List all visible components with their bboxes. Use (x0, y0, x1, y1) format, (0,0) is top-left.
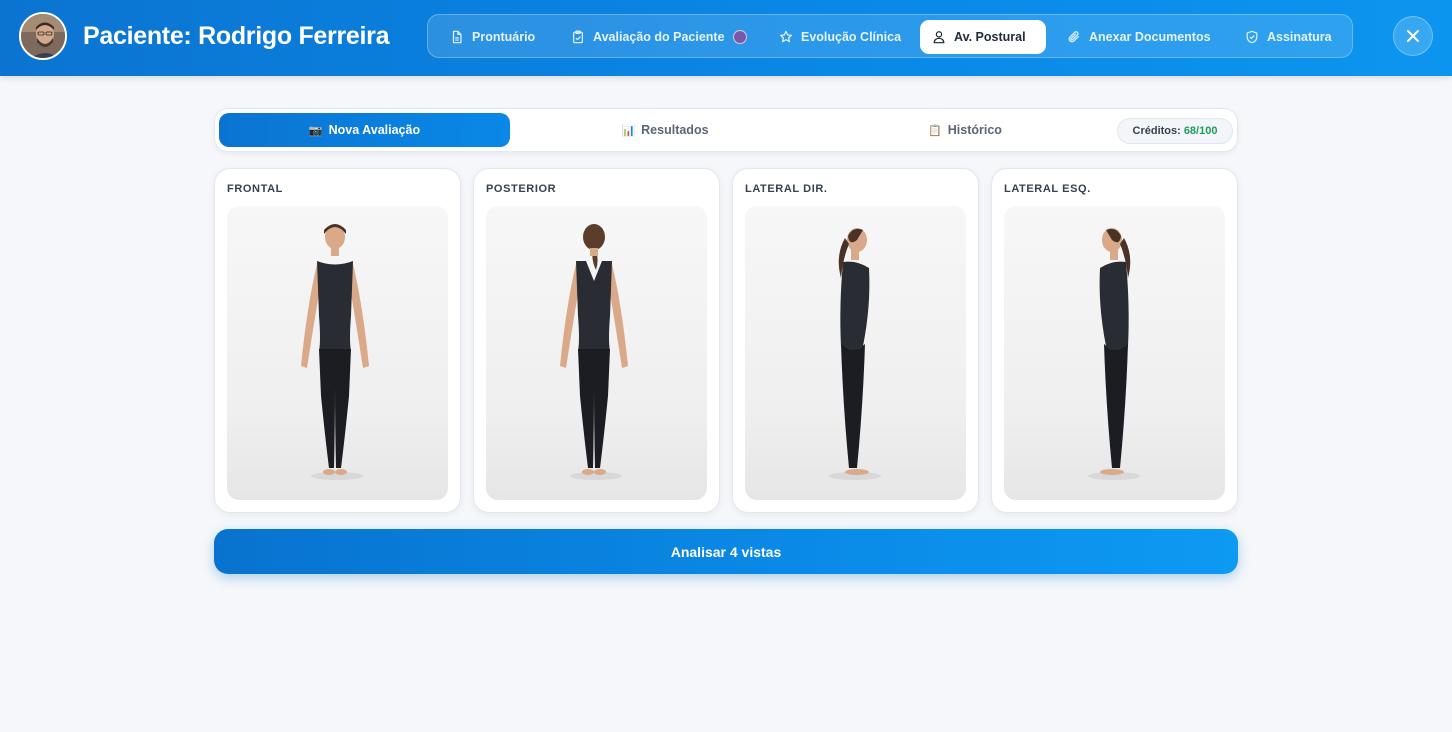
view-label: LATERAL DIR. (745, 183, 828, 195)
subtab-label: Histórico (947, 123, 1002, 137)
tab-assinatura[interactable]: Assinatura (1233, 20, 1344, 54)
clipboard-icon: 📋 (928, 124, 942, 137)
paperclip-icon (1068, 31, 1079, 43)
posterior-photo[interactable] (486, 206, 707, 500)
subtab-label: Resultados (641, 123, 709, 137)
credits-value: 68/100 (1183, 125, 1218, 137)
analyze-button[interactable]: Analisar 4 vistas (214, 529, 1238, 574)
tab-av-postural[interactable]: Av. Postural (920, 20, 1046, 54)
credits-badge: Créditos: 68/100 (1117, 118, 1233, 144)
top-header: Paciente: Rodrigo Ferreira Prontuário Av… (0, 0, 1452, 76)
tab-label: Avaliação do Paciente (593, 30, 725, 44)
lateral-esq-photo[interactable] (1004, 206, 1225, 500)
view-card-lateral-dir: LATERAL DIR. (732, 168, 979, 513)
close-icon (1407, 30, 1419, 42)
tab-label: Assinatura (1267, 30, 1332, 44)
subtab-resultados[interactable]: 📊 Resultados (520, 113, 810, 147)
tab-label: Av. Postural (954, 30, 1026, 44)
tab-evolucao-clinica[interactable]: Evolução Clínica (767, 20, 913, 54)
subtab-historico[interactable]: 📋 Histórico (820, 113, 1110, 147)
page-title: Paciente: Rodrigo Ferreira (83, 22, 390, 50)
user-icon (933, 31, 945, 44)
tab-label: Prontuário (472, 30, 536, 44)
lateral-dir-photo[interactable] (745, 206, 966, 500)
view-card-lateral-esq: LATERAL ESQ. (991, 168, 1238, 513)
postural-subtabs: 📷 Nova Avaliação 📊 Resultados 📋 Históric… (214, 108, 1238, 152)
tab-anexar-documentos[interactable]: Anexar Documentos (1055, 20, 1223, 54)
status-badge (732, 30, 747, 44)
close-button[interactable] (1393, 16, 1433, 56)
patient-avatar[interactable] (19, 12, 67, 60)
camera-icon: 📷 (308, 124, 323, 137)
shield-check-icon (1246, 30, 1258, 44)
tab-prontuario[interactable]: Prontuário (438, 20, 547, 54)
tab-label: Evolução Clínica (801, 30, 902, 44)
clipboard-check-icon (573, 30, 583, 44)
chart-icon: 📊 (621, 124, 636, 137)
view-label: POSTERIOR (486, 183, 557, 195)
tab-label: Anexar Documentos (1089, 30, 1211, 44)
main-nav: Prontuário Avaliação do Paciente Evoluçã… (427, 14, 1353, 58)
frontal-photo[interactable] (227, 206, 448, 500)
subtab-label: Nova Avaliação (328, 123, 421, 137)
view-label: LATERAL ESQ. (1004, 183, 1091, 195)
view-card-frontal: FRONTAL (214, 168, 461, 513)
star-icon (779, 30, 793, 43)
view-card-posterior: POSTERIOR (473, 168, 720, 513)
document-icon (452, 30, 462, 44)
credits-label: Créditos: (1132, 125, 1181, 137)
view-label: FRONTAL (227, 183, 283, 195)
subtab-nova-avaliacao[interactable]: 📷 Nova Avaliação (219, 113, 510, 147)
tab-avaliacao-paciente[interactable]: Avaliação do Paciente (559, 20, 759, 54)
